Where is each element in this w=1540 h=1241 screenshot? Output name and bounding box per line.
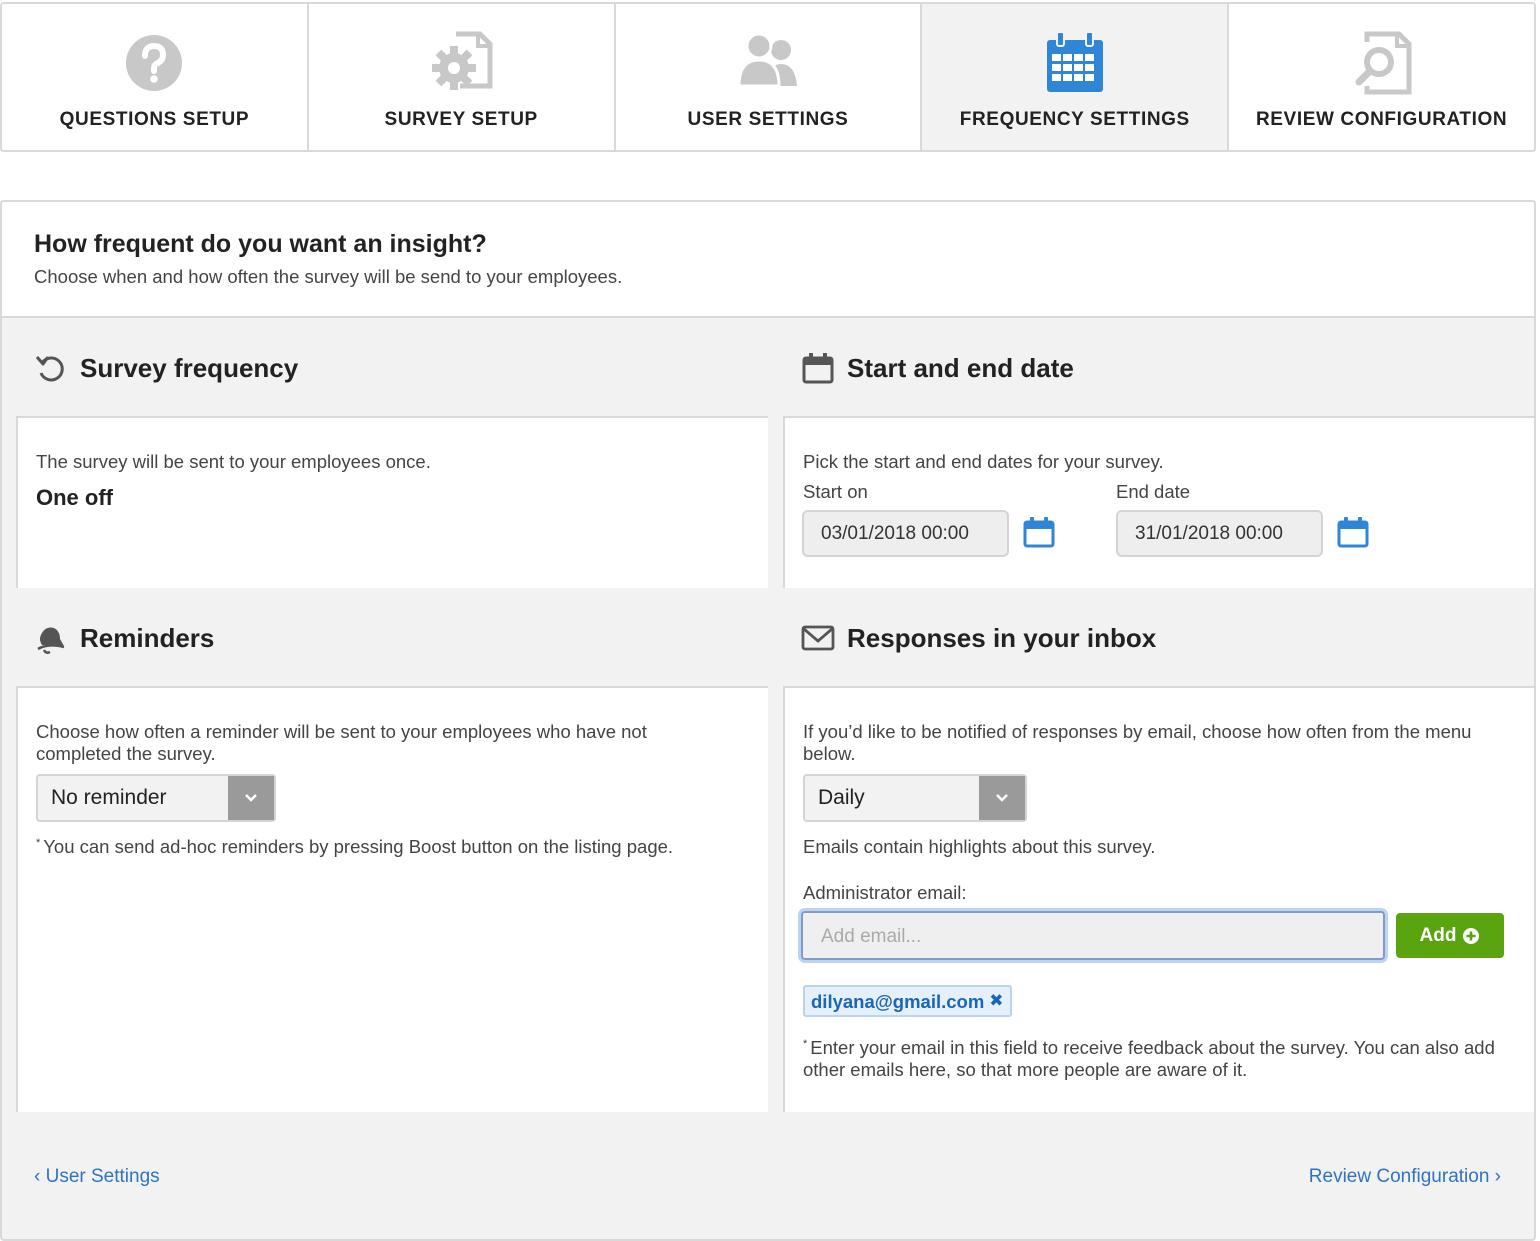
step-tabs: QUESTIONS SETUP SURVEY SETUP USER SETTIN… [0,2,1536,152]
note-asterisk: * [803,1038,808,1050]
responses-inbox-heading: Responses in your inbox [801,590,1156,686]
page-title: How frequent do you want an insight? [34,230,487,258]
inbox-note: * Enter your email in this field to recei… [803,1037,1513,1081]
tab-survey-setup[interactable]: SURVEY SETUP [308,4,616,150]
inbox-note-text: Enter your email in this field to receiv… [803,1037,1495,1080]
tab-frequency-settings[interactable]: FREQUENCY SETTINGS [922,4,1230,150]
plus-circle-icon [1463,927,1480,944]
document-search-icon [1347,28,1417,98]
section-title: Responses in your inbox [847,622,1157,653]
section-title: Survey frequency [80,352,299,383]
note-asterisk: * [36,837,41,849]
email-tag-text: dilyana@gmail.com [811,991,985,1012]
back-user-settings-link[interactable]: ‹ User Settings [34,1166,160,1188]
tab-label: FREQUENCY SETTINGS [959,109,1190,130]
reminder-selected-value: No reminder [51,786,167,809]
inbox-description: If you’d like to be notified of response… [803,721,1472,764]
start-end-date-heading: Start and end date [801,320,1074,416]
document-gear-icon [426,28,496,98]
users-icon [733,28,803,98]
reminders-description: Choose how often a reminder will be sent… [36,721,647,764]
reminder-select[interactable]: No reminder [36,774,276,822]
start-date-input[interactable]: 03/01/2018 00:00 [802,510,1009,557]
chevron-down-icon[interactable] [979,776,1025,820]
end-date-calendar-icon[interactable] [1337,516,1369,548]
tab-label: REVIEW CONFIGURATION [1255,109,1508,130]
inbox-frequency-select[interactable]: Daily [803,774,1027,822]
add-email-button[interactable]: Add [1396,913,1504,958]
calendar-icon [801,351,835,385]
admin-email-label: Administrator email: [803,882,967,903]
card-header: How frequent do you want an insight? Cho… [2,202,1534,318]
admin-email-field[interactable] [801,911,1385,960]
email-tag: dilyana@gmail.com ✖ [803,985,1012,1017]
survey-frequency-panel: The survey will be sent to your employee… [16,416,768,588]
next-review-configuration-link[interactable]: Review Configuration › [1309,1166,1501,1188]
dates-description: Pick the start and end dates for your su… [803,451,1164,472]
reminders-note: * You can send ad-hoc reminders by pressi… [36,836,736,858]
frequency-description: The survey will be sent to your employee… [36,451,431,472]
bell-icon [34,621,68,655]
end-date-label: End date [1116,481,1191,502]
page-subtitle: Choose when and how often the survey wil… [34,266,623,287]
refresh-icon [34,351,68,385]
tab-user-settings[interactable]: USER SETTINGS [615,4,923,150]
tab-label: USER SETTINGS [687,109,849,130]
frequency-value: One off [36,485,113,510]
start-date-label: Start on [803,481,868,502]
envelope-icon [801,621,835,655]
tab-questions-setup[interactable]: QUESTIONS SETUP [2,4,309,150]
reminders-panel: Choose how often a reminder will be sent… [16,686,768,1112]
end-date-input[interactable]: 31/01/2018 00:00 [1116,510,1323,557]
tab-label: QUESTIONS SETUP [59,109,250,130]
responses-inbox-panel: If you’d like to be notified of response… [783,686,1534,1112]
inbox-selected-value: Daily [818,786,865,809]
frequency-settings-card: How frequent do you want an insight? Cho… [0,200,1536,1241]
admin-email-input[interactable] [821,926,1341,948]
reminders-heading: Reminders [34,590,214,686]
inbox-info: Emails contain highlights about this sur… [803,836,1156,857]
start-end-date-panel: Pick the start and end dates for your su… [783,416,1534,588]
remove-email-icon[interactable]: ✖ [989,991,1003,1011]
calendar-icon [1040,28,1110,98]
survey-frequency-heading: Survey frequency [34,320,298,416]
start-date-calendar-icon[interactable] [1023,516,1055,548]
chevron-down-icon[interactable] [228,776,274,820]
tab-review-configuration[interactable]: REVIEW CONFIGURATION [1229,4,1534,150]
section-title: Start and end date [847,352,1074,383]
tab-label: SURVEY SETUP [384,109,538,130]
section-title: Reminders [80,622,215,653]
question-circle-icon [119,28,189,98]
add-button-label: Add [1419,924,1457,946]
reminders-note-text: You can send ad-hoc reminders by pressin… [43,836,674,857]
